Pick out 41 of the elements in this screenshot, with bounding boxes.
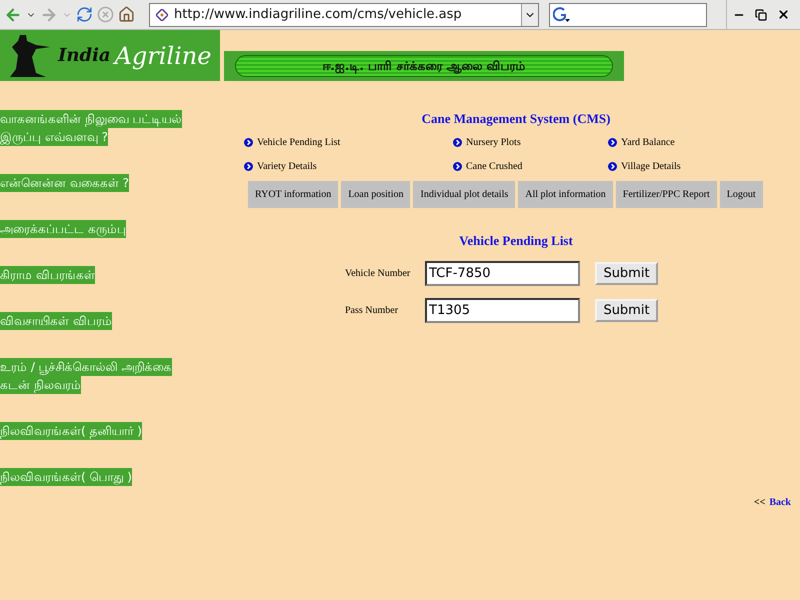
menu-tab[interactable]: Logout — [720, 181, 763, 208]
nav-link[interactable]: Variety Details — [244, 161, 453, 172]
banner-title: ஈ.ஐ.டி. பாரி சர்க்கரை ஆலை விபரம் — [235, 55, 613, 77]
arrow-bullet-icon — [453, 138, 462, 147]
back-link[interactable]: Back — [769, 497, 791, 508]
field-label: Pass Number — [345, 305, 400, 316]
section-title: Vehicle Pending List — [458, 233, 574, 249]
nav-link[interactable]: Yard Balance — [608, 137, 758, 148]
restore-icon[interactable] — [755, 8, 767, 20]
menu-tab[interactable]: Fertilizer/PPC Report — [616, 181, 717, 208]
field-label: Vehicle Number — [345, 268, 412, 279]
submit-button[interactable]: Submit — [595, 262, 658, 285]
search-field[interactable] — [549, 2, 707, 26]
site-icon — [156, 8, 168, 20]
nav-link[interactable]: Cane Crushed — [453, 161, 608, 172]
back-marker: << — [754, 497, 766, 508]
site-logo[interactable]: India Agriline — [0, 30, 220, 81]
home-icon[interactable] — [118, 6, 135, 23]
arrow-bullet-icon — [244, 162, 253, 171]
page-heading: Cane Management System (CMS) — [420, 111, 612, 127]
reload-icon[interactable] — [76, 6, 93, 23]
menu-tab[interactable]: All plot information — [518, 181, 613, 208]
text-input[interactable]: TCF-7850 — [425, 261, 580, 286]
nav-link[interactable]: Nursery Plots — [453, 137, 608, 148]
text-input[interactable]: T1305 — [425, 298, 580, 323]
search-engine-icon — [553, 6, 571, 22]
submit-button[interactable]: Submit — [595, 299, 658, 322]
arrow-bullet-icon — [608, 162, 617, 171]
logo-text: India — [58, 45, 111, 66]
nav-link[interactable]: Vehicle Pending List — [244, 137, 453, 148]
menu-tab[interactable]: Individual plot details — [413, 181, 516, 208]
close-icon[interactable] — [777, 8, 790, 21]
dropdown-icon[interactable] — [521, 4, 538, 26]
arrow-bullet-icon — [244, 138, 253, 147]
address-field[interactable]: http://www.indiagriline.com/cms/vehicle.asp — [149, 2, 539, 26]
arrow-bullet-icon — [608, 138, 617, 147]
nav-link[interactable]: Village Details — [608, 161, 758, 172]
menu-tab[interactable]: Loan position — [341, 181, 410, 208]
arrow-bullet-icon — [453, 162, 462, 171]
logo-text: Agriline — [114, 42, 212, 70]
menu-tab[interactable]: RYOT information — [248, 181, 338, 208]
